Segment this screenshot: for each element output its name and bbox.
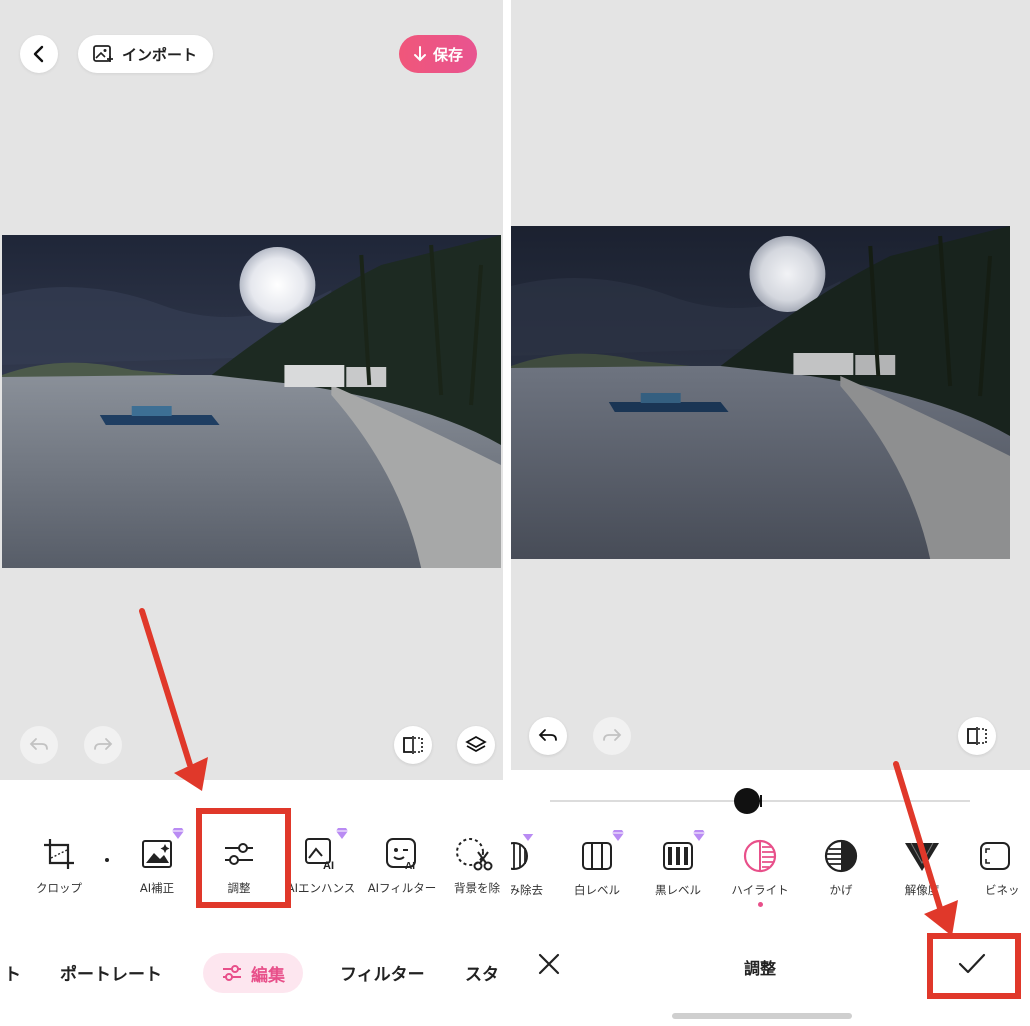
ai-enhance-icon: AI	[305, 838, 334, 872]
night-beach-image	[2, 235, 501, 568]
tool-remove-background[interactable]: 背景を除	[444, 832, 503, 896]
svg-text:AI: AI	[323, 860, 334, 872]
highlight-icon	[743, 839, 777, 873]
adjust-label: 白レベル	[574, 883, 620, 897]
shadow-icon	[824, 839, 858, 873]
undo-icon	[29, 738, 48, 750]
svg-text:AI: AI	[405, 861, 415, 872]
tab-filter[interactable]: フィルター	[340, 960, 425, 985]
cancel-button[interactable]	[537, 952, 561, 980]
adjust-vignette[interactable]: ビネッ	[963, 834, 1030, 898]
slider-center-tick	[760, 795, 762, 807]
premium-gem-icon	[522, 834, 534, 841]
premium-gem-icon	[693, 830, 705, 841]
image-add-icon	[93, 45, 113, 62]
premium-gem-icon	[172, 828, 184, 839]
compare-icon	[403, 736, 423, 754]
adjust-label: かげ	[829, 883, 853, 897]
tool-label: AIフィルター	[367, 881, 437, 895]
night-beach-image	[511, 226, 1010, 559]
tab-partial-left[interactable]: ト	[4, 960, 21, 985]
left-screen: インポート 保存 クロップ AI補正 調整 AI AIエンハンス AI AIフィ…	[0, 0, 503, 1026]
import-button[interactable]: インポート	[78, 35, 214, 73]
redo-button[interactable]	[593, 717, 631, 755]
back-button[interactable]	[20, 35, 58, 73]
tool-ai-enhance[interactable]: AI AIエンハンス	[282, 828, 360, 896]
premium-gem-icon	[336, 828, 348, 839]
separator-dot	[105, 858, 109, 862]
adjust-shadows[interactable]: かげ	[802, 834, 880, 898]
undo-button[interactable]	[529, 717, 567, 755]
compare-icon	[967, 727, 987, 745]
ai-filter-icon: AI	[386, 838, 416, 872]
undo-icon	[538, 729, 557, 741]
tool-ai-correction[interactable]: AI補正	[118, 828, 196, 896]
layers-icon	[465, 736, 487, 752]
close-icon	[538, 953, 560, 975]
adjust-label: ハイライト	[731, 883, 789, 897]
chevron-left-icon	[33, 45, 44, 63]
layers-button[interactable]	[457, 726, 495, 764]
tab-edit-label: 編集	[251, 965, 285, 986]
home-indicator	[672, 1013, 852, 1019]
panel-title: 調整	[744, 959, 777, 978]
tool-label: クロップ	[36, 881, 82, 895]
redo-button[interactable]	[84, 726, 122, 764]
adjust-label: 黒レベル	[655, 883, 701, 897]
compare-button[interactable]	[394, 726, 432, 764]
premium-gem-icon	[612, 830, 624, 841]
compare-button[interactable]	[958, 717, 996, 755]
import-label: インポート	[122, 45, 198, 64]
edited-photo	[2, 235, 501, 568]
tab-partial-right[interactable]: スタ	[465, 960, 499, 985]
tool-ai-filter[interactable]: AI AIフィルター	[363, 832, 441, 896]
bottom-tab-bar: ト ポートレート 編集 フィルター スタ	[0, 940, 503, 1010]
black-level-icon	[663, 842, 693, 870]
save-label: 保存	[433, 45, 464, 64]
annotation-arrow-down	[139, 608, 208, 791]
haze-icon	[511, 842, 528, 870]
adjust-whites[interactable]: 白レベル	[558, 830, 636, 898]
tab-portrait[interactable]: ポートレート	[60, 960, 162, 985]
tool-label: AI補正	[139, 881, 175, 895]
crop-icon	[44, 839, 74, 869]
white-level-icon	[582, 842, 612, 870]
tool-label: AIエンハンス	[286, 881, 356, 895]
preview-photo	[511, 226, 1010, 559]
adjust-highlights[interactable]: ハイライト	[721, 834, 799, 898]
annotation-arrow-down	[893, 761, 958, 936]
adjust-label: ビネッ	[985, 883, 1020, 897]
vignette-icon	[980, 842, 1010, 870]
redo-icon	[603, 729, 622, 741]
undo-button[interactable]	[20, 726, 58, 764]
right-screen: み除去 白レベル 黒レベル ハイライト かげ 解像度 ビネッ 調整	[511, 0, 1030, 1026]
highlight-box-adjust	[196, 808, 291, 908]
tool-label: 背景を除	[454, 881, 500, 895]
ai-enhance-photo-icon	[142, 840, 172, 868]
scissors-icon	[456, 838, 493, 871]
tool-crop[interactable]: クロップ	[20, 832, 98, 896]
arrow-down-icon	[414, 46, 426, 62]
active-indicator-dot	[758, 902, 763, 907]
adjust-blacks[interactable]: 黒レベル	[639, 830, 717, 898]
adjust-label: み除去	[511, 883, 543, 897]
redo-icon	[94, 738, 113, 750]
adjust-dehaze[interactable]: み除去	[511, 834, 549, 898]
tab-edit[interactable]: 編集	[203, 953, 303, 993]
sliders-icon	[223, 965, 241, 981]
save-button[interactable]: 保存	[399, 35, 478, 73]
